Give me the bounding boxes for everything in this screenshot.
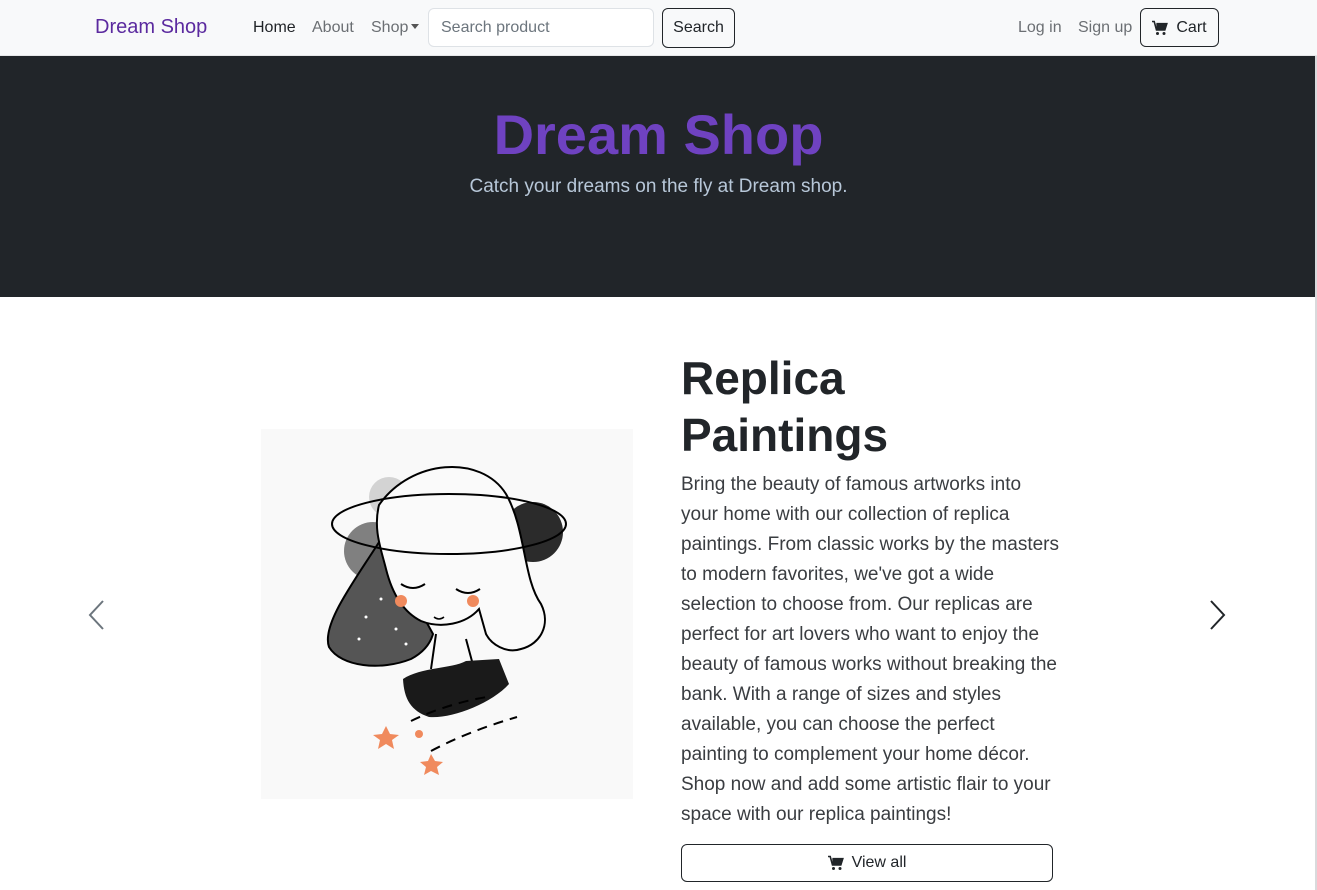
- cart-label: Cart: [1176, 18, 1207, 36]
- brand-link[interactable]: Dream Shop: [95, 16, 207, 39]
- view-all-label: View all: [851, 854, 907, 871]
- view-all-button[interactable]: View all: [681, 844, 1053, 882]
- cart-button[interactable]: Cart: [1140, 8, 1219, 47]
- hero-banner: Dream Shop Catch your dreams on the fly …: [0, 56, 1317, 297]
- navbar: Dream Shop Home About Shop Search Log in…: [0, 0, 1317, 56]
- chevron-right-icon[interactable]: [1205, 598, 1229, 632]
- nav-shop-label: Shop: [371, 19, 409, 36]
- chevron-left-icon[interactable]: [85, 598, 109, 632]
- slide-image: [261, 429, 633, 799]
- cart-icon: [827, 855, 844, 870]
- nav-about[interactable]: About: [312, 19, 354, 37]
- caret-down-icon: [411, 24, 420, 29]
- slide-description: Bring the beauty of famous artworks into…: [681, 474, 1060, 825]
- login-link[interactable]: Log in: [1018, 19, 1062, 37]
- nav-home[interactable]: Home: [253, 19, 296, 37]
- signup-link[interactable]: Sign up: [1078, 19, 1132, 37]
- girl-illustration: [326, 466, 567, 775]
- hero-subtitle: Catch your dreams on the fly at Dream sh…: [469, 176, 848, 197]
- hero-title: Dream Shop: [493, 103, 824, 166]
- nav-shop-dropdown[interactable]: Shop: [371, 19, 420, 37]
- cart-icon: [1152, 20, 1169, 35]
- search-input[interactable]: [428, 8, 654, 47]
- slide-title: Replica Paintings: [681, 352, 889, 461]
- search-button[interactable]: Search: [662, 8, 735, 48]
